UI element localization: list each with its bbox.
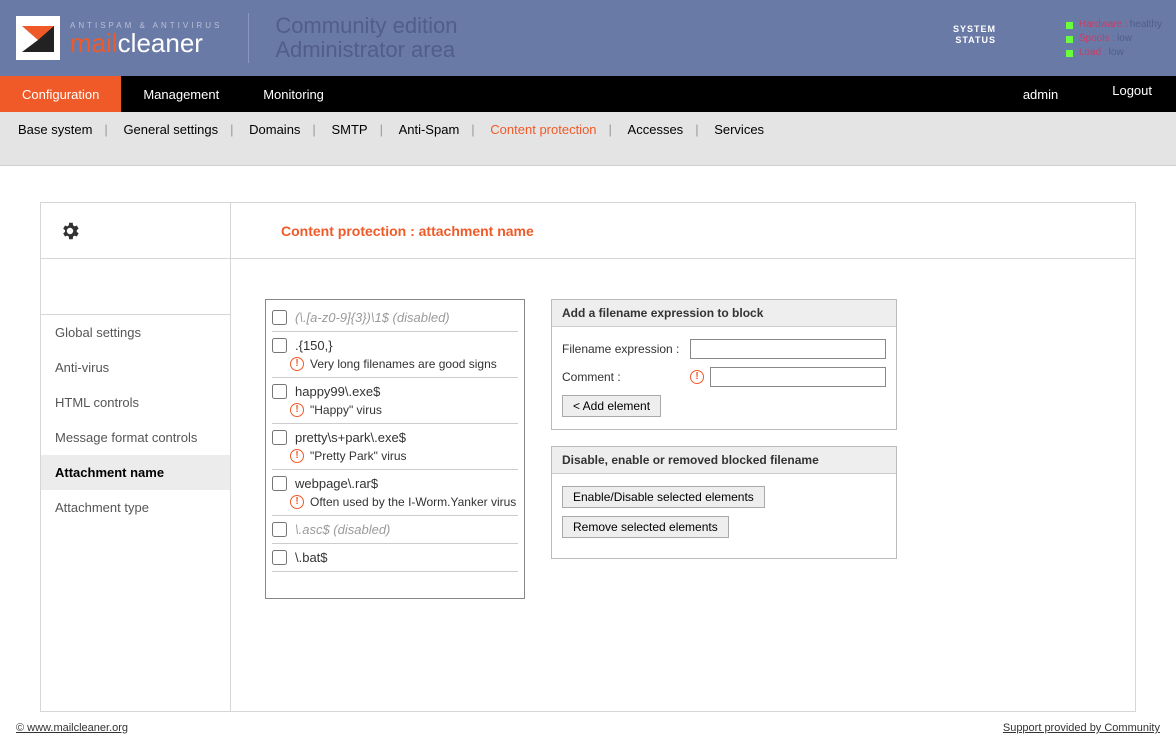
subnav-content-protection[interactable]: Content protection <box>488 122 598 137</box>
list-expression: webpage\.rar$ <box>295 476 378 491</box>
add-box-title: Add a filename expression to block <box>552 300 896 327</box>
status-list: Hardware : healthy Spools : low Load : l… <box>1066 18 1162 60</box>
list-comment: Often used by the I-Worm.Yanker virus <box>310 495 516 509</box>
list-comment: "Happy" virus <box>310 403 382 417</box>
side-anti-virus[interactable]: Anti-virus <box>41 350 230 385</box>
info-icon: ! <box>690 370 704 384</box>
subnav-smtp[interactable]: SMTP <box>329 122 369 137</box>
input-filename-expression[interactable] <box>690 339 886 359</box>
manage-expression-box: Disable, enable or removed blocked filen… <box>551 446 897 559</box>
main-nav: Configuration Management Monitoring admi… <box>0 76 1176 112</box>
list-checkbox[interactable] <box>272 310 287 325</box>
subnav-domains[interactable]: Domains <box>247 122 302 137</box>
side-column: Global settings Anti-virus HTML controls… <box>41 203 231 711</box>
nav-management[interactable]: Management <box>121 76 241 112</box>
list-checkbox[interactable] <box>272 550 287 565</box>
gear-icon <box>41 203 230 259</box>
list-checkbox[interactable] <box>272 522 287 537</box>
info-icon: ! <box>290 495 304 509</box>
list-checkbox[interactable] <box>272 430 287 445</box>
nav-logout[interactable]: Logout <box>1088 83 1176 98</box>
list-expression: happy99\.exe$ <box>295 384 380 399</box>
logo-icon <box>16 16 60 60</box>
main-column: Content protection : attachment name (\.… <box>231 203 1135 711</box>
side-menu: Global settings Anti-virus HTML controls… <box>41 315 230 525</box>
side-html-controls[interactable]: HTML controls <box>41 385 230 420</box>
subnav-accesses[interactable]: Accesses <box>626 122 686 137</box>
subnav-base-system[interactable]: Base system <box>16 122 94 137</box>
add-expression-box: Add a filename expression to block Filen… <box>551 299 897 430</box>
list-item[interactable]: .{150,}! Very long filenames are good sig… <box>272 332 518 378</box>
list-item[interactable]: happy99\.exe$! "Happy" virus <box>272 378 518 424</box>
side-message-format[interactable]: Message format controls <box>41 420 230 455</box>
list-expression: pretty\s+park\.exe$ <box>295 430 406 445</box>
list-expression: \.asc$ (disabled) <box>295 522 390 537</box>
list-item[interactable]: pretty\s+park\.exe$! "Pretty Park" virus <box>272 424 518 470</box>
list-item[interactable]: webpage\.rar$! Often used by the I-Worm.Y… <box>272 470 518 516</box>
input-comment[interactable] <box>710 367 886 387</box>
list-expression: .{150,} <box>295 338 333 353</box>
expression-list[interactable]: (\.[a-z0-9]{3})\1$ (disabled) .{150,}! Ver… <box>265 299 525 599</box>
side-global-settings[interactable]: Global settings <box>41 315 230 350</box>
label-comment: Comment : <box>562 370 690 384</box>
list-checkbox[interactable] <box>272 338 287 353</box>
list-item[interactable]: \.asc$ (disabled) <box>272 516 518 544</box>
list-comment: Very long filenames are good signs <box>310 357 497 371</box>
main-panel: Global settings Anti-virus HTML controls… <box>40 202 1136 712</box>
toggle-button[interactable]: Enable/Disable selected elements <box>562 486 765 508</box>
nav-configuration[interactable]: Configuration <box>0 76 121 112</box>
remove-button[interactable]: Remove selected elements <box>562 516 729 538</box>
list-item[interactable]: \.bat$ <box>272 544 518 572</box>
list-checkbox[interactable] <box>272 384 287 399</box>
info-icon: ! <box>290 357 304 371</box>
logo-text: ANTISPAM & ANTIVIRUS mailcleaner <box>70 21 222 56</box>
footer-left-link[interactable]: © www.mailcleaner.org <box>16 722 128 734</box>
header-divider <box>248 13 249 63</box>
subnav-services[interactable]: Services <box>712 122 766 137</box>
subnav-general-settings[interactable]: General settings <box>121 122 220 137</box>
subnav-anti-spam[interactable]: Anti-Spam <box>397 122 462 137</box>
edition-block: Community edition Administrator area <box>275 14 457 62</box>
manage-box-title: Disable, enable or removed blocked filen… <box>552 447 896 474</box>
header: ANTISPAM & ANTIVIRUS mailcleaner Communi… <box>0 0 1176 76</box>
status-indicator-icon <box>1066 36 1073 43</box>
status-indicator-icon <box>1066 22 1073 29</box>
list-item[interactable]: (\.[a-z0-9]{3})\1$ (disabled) <box>272 304 518 332</box>
page-title: Content protection : attachment name <box>281 223 534 239</box>
add-element-button[interactable]: < Add element <box>562 395 661 417</box>
system-status-label: SYSTEM STATUS <box>953 24 996 46</box>
info-icon: ! <box>290 403 304 417</box>
nav-user[interactable]: admin <box>993 87 1088 102</box>
side-attachment-type[interactable]: Attachment type <box>41 490 230 525</box>
info-icon: ! <box>290 449 304 463</box>
footer: © www.mailcleaner.org Support provided b… <box>0 716 1176 744</box>
nav-monitoring[interactable]: Monitoring <box>241 76 346 112</box>
label-filename-expression: Filename expression : <box>562 342 690 356</box>
list-expression: \.bat$ <box>295 550 328 565</box>
list-comment: "Pretty Park" virus <box>310 449 407 463</box>
footer-right-link[interactable]: Support provided by Community <box>1003 722 1160 734</box>
side-attachment-name[interactable]: Attachment name <box>41 455 230 490</box>
status-indicator-icon <box>1066 50 1073 57</box>
sub-nav: Base system| General settings| Domains| … <box>0 112 1176 166</box>
list-checkbox[interactable] <box>272 476 287 491</box>
list-expression: (\.[a-z0-9]{3})\1$ (disabled) <box>295 310 450 325</box>
